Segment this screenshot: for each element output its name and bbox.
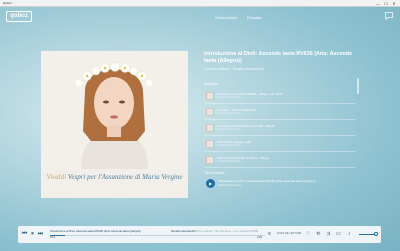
total-time: 3:29 (257, 236, 263, 239)
track-artist: Rinaldo Alessandrini (217, 128, 241, 131)
track-row[interactable]: Concerto en la mineur RV356 - Allegro no… (204, 88, 356, 104)
elapsed-time: 0:13 (50, 236, 56, 239)
now-playing-row[interactable]: ▶ Introduzione al Divit: Ascende laeta R… (204, 176, 356, 192)
pause-icon[interactable]: ⏸ (29, 230, 36, 238)
now-playing-artist: Rinaldo Alessandrini (218, 184, 242, 187)
window-title: Qobuz (3, 1, 12, 5)
tracks-section-label: Morceaux (204, 82, 218, 86)
repeat-icon[interactable]: ⟲ (316, 230, 320, 238)
volume-knob[interactable] (374, 232, 378, 236)
track-thumbnail (206, 124, 214, 132)
chat-icon[interactable] (384, 11, 394, 21)
track-list: Concerto en la mineur RV356 - Allegro no… (204, 88, 356, 168)
window-titlebar: Qobuz — ☐ ✕ (0, 0, 400, 7)
now-playing-title: Introduzione al Divit: Ascende laeta RV6… (218, 179, 316, 183)
cover-composer: Vivaldi (46, 173, 67, 181)
track-list-scrollbar[interactable] (357, 78, 359, 94)
track-thumbnail (206, 140, 214, 148)
cover-portrait-image (41, 51, 188, 169)
track-row[interactable]: Sicut erat in principio: Andante - Alleg… (204, 152, 356, 168)
next-icon[interactable]: ⏭ (37, 230, 44, 238)
track-artist: Rinaldo Alessandrini (217, 144, 241, 147)
next-track-title: Titre suivant : Nisi Dominus - Cum deder… (197, 229, 259, 233)
player-track-title: Introduzione al Divit: Ascende laeta RV6… (50, 229, 142, 233)
qobuz-logo[interactable]: qobuz (6, 11, 32, 22)
queue-icon[interactable]: ≡ (268, 230, 271, 238)
album-artist[interactable]: Concerto Italiano · Rinaldo Alessandrini (204, 67, 263, 71)
shuffle-icon[interactable]: ⤨ (326, 230, 330, 238)
heart-icon[interactable]: ♡ (306, 230, 310, 238)
nav-ecoutes[interactable]: Ecoutes (247, 15, 261, 20)
playing-section-label: Titre à l'écoute (204, 171, 225, 175)
track-row[interactable]: Gloria Patri: Adagio molto Rinaldo Aless… (204, 136, 356, 152)
cast-icon[interactable]: ▭ (336, 230, 341, 238)
cover-title: Vivaldi Vespri per l'Assunzione di Maria… (41, 173, 188, 181)
track-thumbnail (206, 92, 214, 100)
track-artist: Rinaldo Alessandrini (217, 96, 241, 99)
queue-label[interactable]: LISTE DE LECTURE (277, 232, 301, 235)
volume-icon[interactable]: ♪ (348, 230, 351, 238)
close-button[interactable]: ✕ (390, 0, 398, 7)
minimize-button[interactable]: — (374, 0, 382, 7)
player-bar: ⏮ ⏸ ⏭ Introduzione al Divit: Ascende lae… (18, 226, 381, 243)
next-track-info: Rinaldo Alessandrini Titre suivant : Nis… (171, 229, 258, 233)
nav-decouvertes[interactable]: Découvertes (215, 15, 237, 20)
track-thumbnail (206, 108, 214, 116)
previous-icon[interactable]: ⏮ (21, 230, 28, 238)
cover-work: Vespri per l'Assunzione di Maria Vergine (67, 173, 183, 181)
track-artist: Rinaldo Alessandrini (217, 112, 241, 115)
play-icon[interactable]: ▶ (206, 179, 215, 188)
track-thumbnail (206, 156, 214, 164)
maximize-button[interactable]: ☐ (382, 0, 390, 7)
album-title: Introduzione al Divit: Ascende laeta RV6… (204, 51, 353, 64)
track-artist: Rinaldo Alessandrini (217, 160, 241, 163)
next-track-artist: Rinaldo Alessandrini (171, 229, 197, 233)
progress-bar[interactable] (50, 235, 265, 236)
track-row[interactable]: Concerto ed orchestration ma tutte - All… (204, 120, 356, 136)
album-cover[interactable]: Vivaldi Vespri per l'Assunzione di Maria… (41, 51, 188, 198)
track-row[interactable]: Concerto - Pour le violoncelle Rinaldo A… (204, 104, 356, 120)
